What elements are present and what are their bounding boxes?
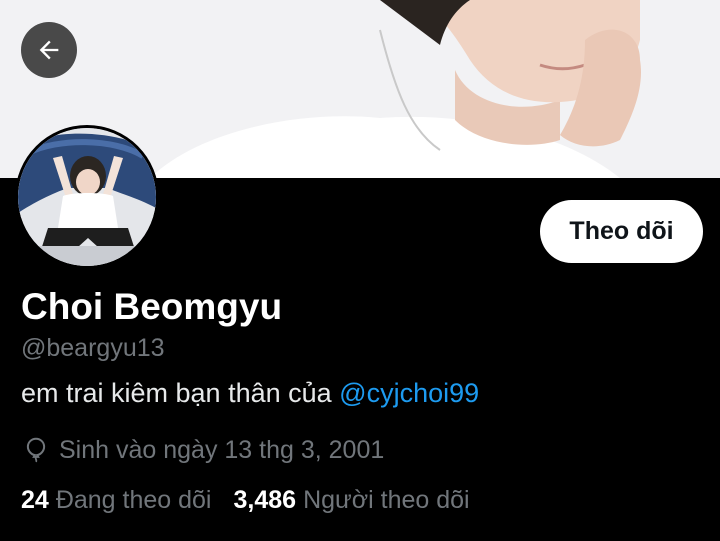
- avatar-photo: [18, 128, 156, 266]
- following-label: Đang theo dõi: [55, 486, 212, 514]
- back-button[interactable]: [21, 22, 77, 78]
- bio-mention-link[interactable]: @cyjchoi99: [339, 378, 479, 408]
- balloon-icon: [21, 435, 51, 465]
- arrow-left-icon: [39, 40, 59, 60]
- follow-stats: 24 Đang theo dõi 3,486 Người theo dõi: [21, 486, 470, 515]
- followers-label: Người theo dõi: [303, 486, 470, 514]
- followers-count: 3,486: [233, 486, 297, 514]
- followers-link[interactable]: 3,486 Người theo dõi: [234, 486, 470, 515]
- bio-text: em trai kiêm bạn thân của: [21, 378, 340, 408]
- following-link[interactable]: 24 Đang theo dõi: [21, 486, 212, 515]
- profile-bio: em trai kiêm bạn thân của @cyjchoi99: [21, 378, 479, 409]
- profile-handle: @beargyu13: [21, 334, 165, 362]
- avatar[interactable]: [15, 125, 159, 269]
- following-count: 24: [21, 486, 49, 514]
- profile-name: Choi Beomgyu: [21, 286, 283, 327]
- birth-date: Sinh vào ngày 13 thg 3, 2001: [21, 435, 384, 465]
- follow-button[interactable]: Theo dõi: [540, 200, 703, 263]
- birth-text: Sinh vào ngày 13 thg 3, 2001: [59, 435, 385, 464]
